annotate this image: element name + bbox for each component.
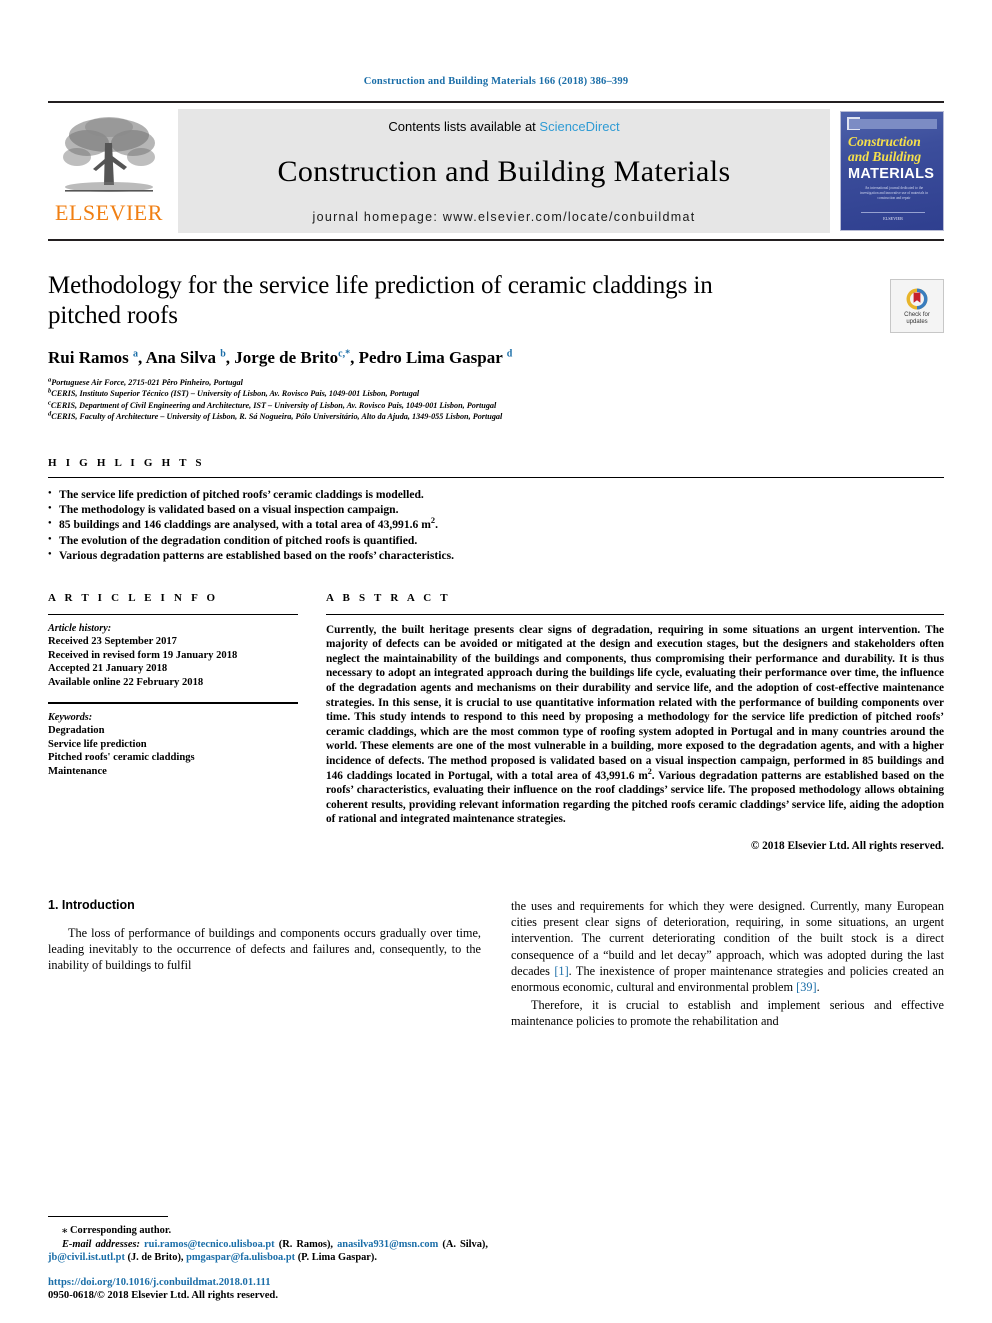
article-history-item: Accepted 21 January 2018 (48, 663, 168, 675)
abstract-body: Currently, the built heritage presents c… (326, 623, 944, 826)
keywords-label: Keywords: (48, 711, 93, 723)
masthead-center-panel: Contents lists available at ScienceDirec… (178, 109, 830, 233)
article-history-item: Available online 22 February 2018 (48, 677, 204, 689)
crossmark-line-2: updates (906, 318, 928, 325)
footer-block: https://doi.org/10.1016/j.conbuildmat.20… (48, 1276, 488, 1303)
crossmark-badge[interactable]: Check for updates (890, 279, 944, 333)
list-item: 85 buildings and 146 claddings are analy… (48, 516, 944, 532)
article-info-column: A R T I C L E I N F O Article history: R… (48, 592, 298, 852)
article-info-divider-mid (48, 701, 298, 704)
journal-homepage-link[interactable]: journal homepage: www.elsevier.com/locat… (313, 210, 696, 224)
contents-available-line: Contents lists available at ScienceDirec… (388, 119, 619, 134)
page-title: Methodology for the service life predict… (48, 272, 713, 329)
list-item: The methodology is validated based on a … (48, 501, 944, 517)
section-heading-introduction: 1. Introduction (48, 897, 135, 912)
corresponding-author-note: ⁎ Corresponding author. (62, 1225, 172, 1237)
article-info-heading: A R T I C L E I N F O (48, 591, 219, 604)
list-item: The service life prediction of pitched r… (48, 486, 944, 502)
article-first-page: Construction and Building Materials 166 … (0, 0, 992, 1323)
affiliation-text: CERIS, Instituto Superior Técnico (IST) … (51, 389, 420, 399)
body-column-right: the uses and requirements for which they… (511, 898, 944, 1032)
highlights-list: The service life prediction of pitched r… (48, 486, 944, 564)
abstract-heading: A B S T R A C T (326, 591, 451, 604)
article-history-item: Received 23 September 2017 (48, 636, 177, 648)
affiliation-list: aPortuguese Air Force, 2715-021 Pêro Pin… (48, 377, 944, 423)
paragraph: Therefore, it is crucial to establish an… (511, 998, 944, 1029)
affiliation-item: dCERIS, Faculty of Architecture – Univer… (48, 411, 944, 422)
cover-title-line-1: Construction (848, 134, 921, 149)
running-head: Construction and Building Materials 166 … (363, 76, 629, 87)
list-item: The evolution of the degradation conditi… (48, 532, 944, 548)
list-item: Various degradation patterns are establi… (48, 547, 944, 563)
journal-cover-image: Construction and Building MATERIALS An i… (840, 111, 944, 231)
footnote-block: ⁎ Corresponding author. E-mail addresses… (48, 1216, 488, 1265)
article-info-divider-top (48, 613, 298, 615)
keyword-item: Service life prediction (48, 738, 147, 750)
elsevier-wordmark: ELSEVIER (55, 200, 163, 225)
elsevier-logo: ELSEVIER (48, 109, 170, 233)
crossmark-label: Check for updates (904, 312, 930, 326)
paragraph: the uses and requirements for which they… (511, 898, 944, 994)
contents-prefix: Contents lists available at (388, 119, 540, 134)
issn-copyright: 0950-0618/© 2018 Elsevier Ltd. All right… (48, 1290, 278, 1302)
cover-title-line-3: MATERIALS (848, 166, 935, 182)
affiliation-item: bCERIS, Instituto Superior Técnico (IST)… (48, 388, 944, 399)
doi-link[interactable]: https://doi.org/10.1016/j.conbuildmat.20… (48, 1276, 488, 1290)
article-history-group: Article history: Received 23 September 2… (48, 622, 298, 690)
title-block: Methodology for the service life predict… (48, 271, 944, 423)
journal-masthead: ELSEVIER Contents lists available at Sci… (48, 101, 944, 241)
affiliation-item: cCERIS, Department of Civil Engineering … (48, 399, 944, 411)
abstract-copyright: © 2018 Elsevier Ltd. All rights reserved… (750, 839, 944, 852)
abstract-column: A B S T R A C T Currently, the built her… (326, 592, 944, 852)
highlights-divider (48, 476, 944, 478)
info-abstract-section: A R T I C L E I N F O Article history: R… (48, 592, 944, 852)
body-column-left: 1. Introduction The loss of performance … (48, 898, 481, 1032)
keyword-item: Maintenance (48, 766, 107, 777)
keywords-group: Keywords: Degradation Service life predi… (48, 711, 298, 779)
affiliation-text: Portuguese Air Force, 2715-021 Pêro Pinh… (51, 378, 243, 387)
abstract-divider (326, 613, 944, 615)
article-history-label: Article history: (48, 622, 112, 634)
paragraph: The loss of performance of buildings and… (48, 925, 481, 973)
keyword-item: Degradation (48, 725, 105, 737)
affiliation-text: CERIS, Faculty of Architecture – Univers… (51, 412, 503, 422)
article-history-item: Received in revised form 19 January 2018 (48, 649, 238, 661)
author-list: Rui Ramos a, Ana Silva b, Jorge de Brito… (48, 348, 513, 367)
crossmark-logo-icon (906, 288, 928, 309)
cover-footer-mark: ELSEVIER (861, 212, 925, 221)
email-addresses-note[interactable]: E-mail addresses: rui.ramos@tecnico.ulis… (48, 1238, 488, 1265)
keyword-item: Pitched roofs' ceramic claddings (48, 752, 195, 764)
elsevier-tree-icon (63, 117, 155, 192)
footnote-divider (48, 1216, 168, 1218)
cover-blurb: An international journal dedicated to th… (859, 186, 929, 200)
cover-top-bar (849, 119, 937, 129)
affiliation-item: aPortuguese Air Force, 2715-021 Pêro Pin… (48, 377, 944, 388)
highlights-section: H I G H L I G H T S The service life pre… (48, 457, 944, 564)
crossmark-line-1: Check for (904, 311, 930, 318)
body-columns: 1. Introduction The loss of performance … (48, 898, 944, 1032)
highlights-heading: H I G H L I G H T S (48, 456, 205, 469)
journal-title: Construction and Building Materials (277, 155, 731, 188)
sciencedirect-link[interactable]: ScienceDirect (539, 119, 619, 134)
cover-title-line-2: and Building (848, 149, 922, 164)
affiliation-text: CERIS, Department of Civil Engineering a… (50, 400, 497, 410)
